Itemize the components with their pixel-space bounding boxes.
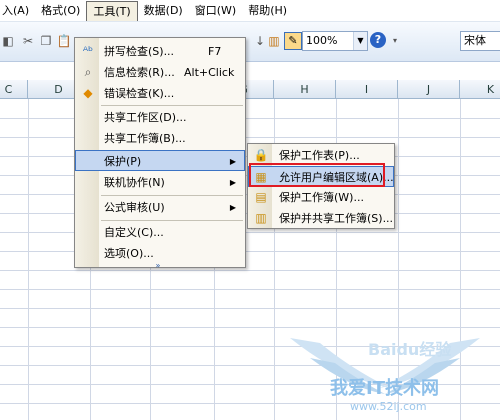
submenu-arrow-icon: ▶ bbox=[229, 157, 236, 166]
shortcut: Alt+Click bbox=[184, 66, 235, 79]
zoom-value: 100% bbox=[306, 34, 338, 47]
watermark-url: www.52ij.com bbox=[350, 400, 427, 413]
zoom-select[interactable]: 100% ▼ bbox=[302, 31, 368, 51]
menu-data[interactable]: 数据(D) bbox=[138, 1, 189, 21]
chevron-down-icon[interactable]: ▾ bbox=[387, 33, 403, 49]
menu-item-research[interactable]: ⌕ 信息检索(R)... Alt+Click bbox=[76, 62, 244, 83]
spell-check-icon: ᴬᵇ bbox=[82, 44, 94, 58]
protect-workbook-icon: ▤ bbox=[255, 190, 267, 204]
menu-item-protection[interactable]: 保护(P) ▶ bbox=[75, 150, 245, 171]
menu-format[interactable]: 格式(O) bbox=[35, 1, 86, 21]
watermark-site: 我爱IT技术网 bbox=[330, 378, 439, 399]
menu-item-formula-auditing[interactable]: 公式审核(U) ▶ bbox=[76, 197, 244, 218]
cut-icon[interactable]: ✂ bbox=[20, 33, 36, 49]
menu-item-shared-workbook[interactable]: 共享工作簿(B)... bbox=[76, 128, 244, 149]
menu-item-protect-share-workbook[interactable]: ▥ 保护并共享工作簿(S)... bbox=[249, 208, 393, 229]
menu-item-protect-workbook[interactable]: ▤ 保护工作簿(W)... bbox=[249, 187, 393, 208]
paste-icon[interactable]: 📋 bbox=[56, 33, 72, 49]
column-header-k[interactable]: K bbox=[460, 80, 500, 99]
print-preview-icon[interactable]: ◧ bbox=[0, 33, 16, 49]
research-icon: ⌕ bbox=[84, 65, 92, 79]
protect-share-icon: ▥ bbox=[255, 211, 267, 225]
column-header-i[interactable]: I bbox=[336, 80, 398, 99]
menu-item-spell-check[interactable]: ᴬᵇ 拼写检查(S)... F7 bbox=[76, 41, 244, 62]
help-icon[interactable]: ? bbox=[370, 32, 386, 48]
submenu-arrow-icon: ▶ bbox=[229, 178, 236, 187]
column-header-j[interactable]: J bbox=[398, 80, 460, 99]
menu-help[interactable]: 帮助(H) bbox=[242, 1, 293, 21]
highlight-box bbox=[249, 163, 385, 187]
menu-insert[interactable]: 入(A) bbox=[0, 1, 35, 21]
font-select[interactable]: 宋体 bbox=[460, 31, 500, 51]
menu-tools[interactable]: 工具(T) bbox=[86, 0, 138, 21]
protect-sheet-icon: 🔒 bbox=[253, 148, 269, 162]
menu-bar: 入(A) 格式(O) 工具(T) 数据(D) 窗口(W) 帮助(H) bbox=[0, 0, 500, 22]
tools-menu: ᴬᵇ 拼写检查(S)... F7 ⌕ 信息检索(R)... Alt+Click … bbox=[74, 37, 246, 270]
menu-item-online-collaboration[interactable]: 联机协作(N) ▶ bbox=[76, 172, 244, 193]
watermark-brand: Baidu经验 bbox=[368, 340, 452, 359]
menu-item-shared-workspace[interactable]: 共享工作区(D)... bbox=[76, 107, 244, 128]
menu-item-error-check[interactable]: ◆ 错误检查(K)... bbox=[76, 83, 244, 104]
copy-icon[interactable]: ❐ bbox=[38, 33, 54, 49]
drawing-icon[interactable]: ✎ bbox=[284, 32, 302, 50]
error-check-icon: ◆ bbox=[83, 86, 93, 100]
font-value: 宋体 bbox=[464, 34, 486, 47]
menu-item-options[interactable]: 选项(O)... bbox=[76, 243, 244, 264]
column-header-c[interactable]: C bbox=[0, 80, 28, 99]
menu-window[interactable]: 窗口(W) bbox=[189, 1, 242, 21]
expand-menu-icon[interactable]: » bbox=[151, 262, 165, 270]
chevron-down-icon[interactable]: ▼ bbox=[353, 32, 367, 50]
submenu-arrow-icon: ▶ bbox=[229, 203, 236, 212]
menu-item-customize[interactable]: 自定义(C)... bbox=[76, 222, 244, 243]
chart-icon[interactable]: ▥ bbox=[266, 33, 282, 49]
column-header-h[interactable]: H bbox=[274, 80, 336, 99]
shortcut: F7 bbox=[208, 45, 222, 58]
